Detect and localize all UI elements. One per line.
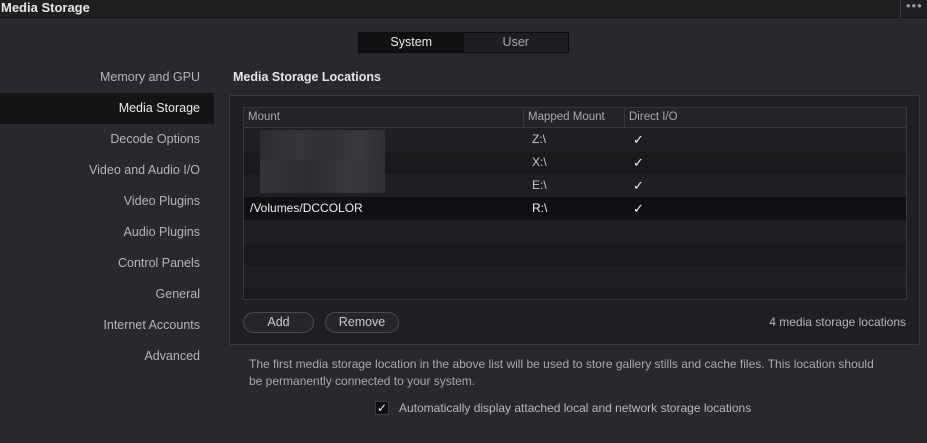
sidebar-item-advanced[interactable]: Advanced bbox=[0, 341, 214, 372]
checkmark-icon: ✓ bbox=[633, 178, 644, 193]
checkmark-icon: ✓ bbox=[633, 132, 644, 147]
title-separator bbox=[900, 0, 901, 18]
sidebar-item-audio-plugins[interactable]: Audio Plugins bbox=[0, 217, 214, 248]
window-title: Media Storage bbox=[1, 0, 90, 15]
sidebar-item-decode-options[interactable]: Decode Options bbox=[0, 124, 214, 155]
direct-io-cell[interactable]: ✓ bbox=[625, 174, 906, 197]
tab-system[interactable]: System bbox=[359, 33, 464, 52]
mapped-mount-cell: R:\ bbox=[532, 201, 548, 215]
auto-display-label: Automatically display attached local and… bbox=[399, 401, 752, 415]
mapped-mount-cell: X:\ bbox=[532, 155, 547, 169]
media-storage-panel: Mount Mapped Mount Direct I/O Z:\ ✓ X:\ … bbox=[229, 95, 920, 345]
empty-row bbox=[244, 220, 906, 243]
preferences-tabs: System User bbox=[358, 32, 569, 53]
checkmark-icon: ✓ bbox=[633, 201, 644, 216]
mapped-mount-cell: Z:\ bbox=[532, 132, 546, 146]
sidebar-item-control-panels[interactable]: Control Panels bbox=[0, 248, 214, 279]
sidebar-item-internet-accounts[interactable]: Internet Accounts bbox=[0, 310, 214, 341]
column-header-mapped-mount[interactable]: Mapped Mount bbox=[524, 108, 625, 127]
column-header-mount[interactable]: Mount bbox=[244, 108, 524, 127]
sidebar-item-general[interactable]: General bbox=[0, 279, 214, 310]
mapped-mount-cell: E:\ bbox=[532, 178, 547, 192]
table-row-selected[interactable]: /Volumes/DCCOLOR R:\ ✓ bbox=[244, 197, 906, 220]
redacted-mount-paths bbox=[260, 130, 385, 193]
title-bar: Media Storage ••• bbox=[0, 0, 927, 18]
ellipsis-icon[interactable]: ••• bbox=[906, 0, 923, 13]
storage-locations-table: Mount Mapped Mount Direct I/O Z:\ ✓ X:\ … bbox=[243, 107, 907, 300]
checkmark-icon: ✓ bbox=[633, 155, 644, 170]
direct-io-cell[interactable]: ✓ bbox=[625, 197, 906, 220]
remove-button[interactable]: Remove bbox=[325, 312, 399, 333]
section-title: Media Storage Locations bbox=[233, 70, 381, 84]
table-header: Mount Mapped Mount Direct I/O bbox=[244, 108, 906, 128]
empty-row bbox=[244, 266, 906, 289]
add-button[interactable]: Add bbox=[243, 312, 314, 333]
direct-io-cell[interactable]: ✓ bbox=[625, 128, 906, 151]
column-header-direct-io[interactable]: Direct I/O bbox=[625, 108, 906, 127]
sidebar-item-video-plugins[interactable]: Video Plugins bbox=[0, 186, 214, 217]
mount-cell: /Volumes/DCCOLOR bbox=[250, 201, 363, 215]
direct-io-cell[interactable]: ✓ bbox=[625, 151, 906, 174]
sidebar-item-media-storage[interactable]: Media Storage bbox=[0, 93, 214, 124]
auto-display-checkbox[interactable]: ✓ bbox=[375, 401, 389, 415]
sidebar: Memory and GPU Media Storage Decode Opti… bbox=[0, 62, 214, 372]
sidebar-item-memory-and-gpu[interactable]: Memory and GPU bbox=[0, 62, 214, 93]
tab-user[interactable]: User bbox=[464, 33, 569, 52]
location-count: 4 media storage locations bbox=[769, 315, 906, 329]
info-note: The first media storage location in the … bbox=[249, 357, 874, 388]
auto-display-option[interactable]: ✓ Automatically display attached local a… bbox=[375, 401, 751, 415]
empty-row bbox=[244, 243, 906, 266]
sidebar-item-video-audio-io[interactable]: Video and Audio I/O bbox=[0, 155, 214, 186]
